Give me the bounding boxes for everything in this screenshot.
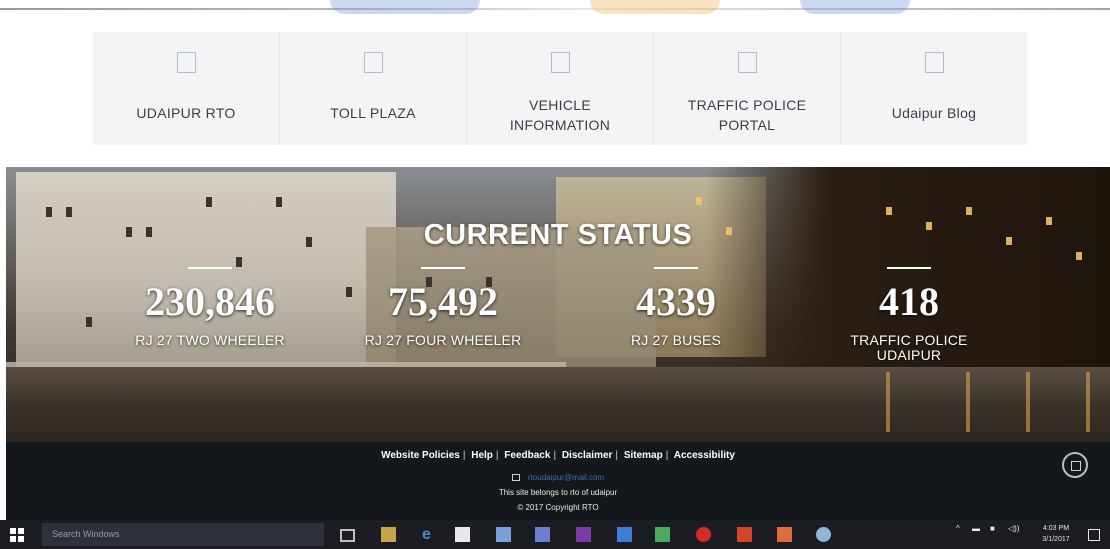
footer-copyright: © 2017 Copyright RTO [517, 503, 599, 512]
link-udaipur-rto[interactable]: UDAIPUR RTO [93, 32, 280, 145]
battery-icon[interactable]: ■ [990, 524, 995, 533]
banner-light [696, 197, 702, 205]
banner-window [236, 257, 242, 267]
stat-value: 4339 [636, 279, 716, 324]
windows-taskbar: Search Windows e ^ ▬ ■ ◁)) 4:03 PM 3/1/2… [0, 520, 1110, 549]
footer-link-accessibility[interactable]: Accessibility [674, 450, 735, 461]
app-icon[interactable] [777, 527, 792, 542]
banner-light [966, 207, 972, 215]
footer-email-link[interactable]: rtoudaipur@mail.com [528, 473, 604, 482]
banner-window [86, 317, 92, 327]
footer-link-help[interactable]: Help [471, 450, 493, 461]
footer-separator: | [553, 450, 557, 461]
banner-light [1076, 252, 1082, 260]
header-logo-fragment [330, 0, 480, 14]
stat-divider [887, 267, 931, 269]
calculator-icon[interactable] [655, 527, 670, 542]
footer-separator: | [615, 450, 619, 461]
banner-reflection [966, 372, 970, 432]
media-icon[interactable] [535, 527, 550, 542]
mail-icon[interactable] [617, 527, 632, 542]
tray-chevron-icon[interactable]: ^ [956, 524, 960, 533]
stat-value: 418 [879, 279, 939, 324]
link-label: TOLL PLAZA [330, 105, 416, 121]
footer-link-disclaimer[interactable]: Disclaimer [562, 450, 613, 461]
link-placeholder-icon [550, 52, 570, 73]
onenote-icon[interactable] [576, 527, 591, 542]
link-placeholder-icon [924, 52, 944, 73]
link-traffic-police-portal[interactable]: TRAFFIC POLICE PORTAL [654, 32, 841, 145]
banner-reflection [1086, 372, 1090, 432]
stat-two-wheeler: 230,846 RJ 27 TWO WHEELER [110, 267, 310, 348]
file-explorer-icon[interactable] [381, 527, 396, 542]
stat-buses: 4339 RJ 27 BUSES [576, 267, 776, 348]
footer-ownership: This site belongs to rto of udaipur [498, 488, 618, 497]
link-placeholder-icon [363, 52, 383, 73]
footer-link-sitemap[interactable]: Sitemap [624, 450, 663, 461]
header-logo-fragment [590, 0, 720, 14]
banner-lake [6, 367, 1110, 442]
photos-icon[interactable] [496, 527, 511, 542]
taskbar-clock[interactable]: 4:03 PM 3/1/2017 [1036, 523, 1076, 545]
paint-icon[interactable] [816, 527, 831, 542]
status-banner: CURRENT STATUS 230,846 RJ 27 TWO WHEELER… [6, 167, 1110, 442]
site-footer: Website Policies | Help | Feedback | Discla… [6, 442, 1110, 520]
edge-icon[interactable]: e [419, 527, 434, 543]
footer-separator: | [462, 450, 466, 461]
stat-divider [654, 267, 698, 269]
quick-links: UDAIPUR RTO TOLL PLAZA VEHICLE INFORMATI… [93, 32, 1027, 145]
footer-separator: | [665, 450, 669, 461]
link-placeholder-icon [176, 52, 196, 73]
footer-email: rtoudaipur@mail.com [6, 473, 1110, 482]
clock-date: 3/1/2017 [1042, 536, 1070, 543]
clock-time: 4:03 PM [1042, 525, 1070, 532]
banner-window [206, 197, 212, 207]
link-udaipur-blog[interactable]: Udaipur Blog [841, 32, 1027, 145]
stat-traffic-police: 418 TRAFFIC POLICE UDAIPUR [809, 267, 1009, 363]
link-label: UDAIPUR RTO [136, 105, 236, 121]
link-vehicle-information[interactable]: VEHICLE INFORMATION [467, 32, 654, 145]
banner-reflection [886, 372, 890, 432]
store-icon[interactable] [455, 527, 470, 542]
footer-separator: | [495, 450, 499, 461]
stat-label: RJ 27 FOUR WHEELER [364, 332, 522, 348]
stat-label: RJ 27 BUSES [630, 332, 722, 348]
header-strip [0, 0, 1110, 18]
opera-icon[interactable] [696, 527, 711, 542]
footer-links: Website Policies | Help | Feedback | Discla… [6, 450, 1110, 461]
volume-icon[interactable]: ◁)) [1008, 524, 1019, 533]
banner-light [886, 207, 892, 215]
banner-reflection [1026, 372, 1030, 432]
stat-divider [188, 267, 232, 269]
header-divider [0, 8, 1110, 10]
header-logo-fragment [800, 0, 910, 14]
scroll-to-top-button[interactable] [1062, 452, 1088, 478]
task-view-icon[interactable] [340, 529, 355, 542]
link-placeholder-icon [737, 52, 757, 73]
network-icon[interactable]: ▬ [972, 524, 980, 533]
stat-four-wheeler: 75,492 RJ 27 FOUR WHEELER [343, 267, 543, 348]
powerpoint-icon[interactable] [737, 527, 752, 542]
stat-divider [421, 267, 465, 269]
link-label: Udaipur Blog [891, 105, 977, 121]
stat-label: TRAFFIC POLICE UDAIPUR [850, 332, 968, 363]
link-toll-plaza[interactable]: TOLL PLAZA [280, 32, 467, 145]
envelope-icon [511, 474, 520, 482]
status-title: CURRENT STATUS [423, 219, 693, 251]
stat-value: 75,492 [388, 279, 498, 324]
link-label: TRAFFIC POLICE PORTAL [687, 97, 807, 133]
banner-window [46, 207, 52, 217]
windows-start-icon[interactable] [10, 528, 24, 542]
banner-window [276, 197, 282, 207]
notification-icon[interactable] [1088, 529, 1100, 541]
footer-link-feedback[interactable]: Feedback [504, 450, 550, 461]
stat-label: RJ 27 TWO WHEELER [135, 332, 285, 348]
taskbar-search-input[interactable]: Search Windows [42, 523, 324, 546]
square-icon [1071, 461, 1081, 471]
footer-link-website-policies[interactable]: Website Policies [381, 450, 460, 461]
link-label: VEHICLE INFORMATION [509, 97, 611, 133]
stat-value: 230,846 [145, 279, 275, 324]
banner-window [66, 207, 72, 217]
